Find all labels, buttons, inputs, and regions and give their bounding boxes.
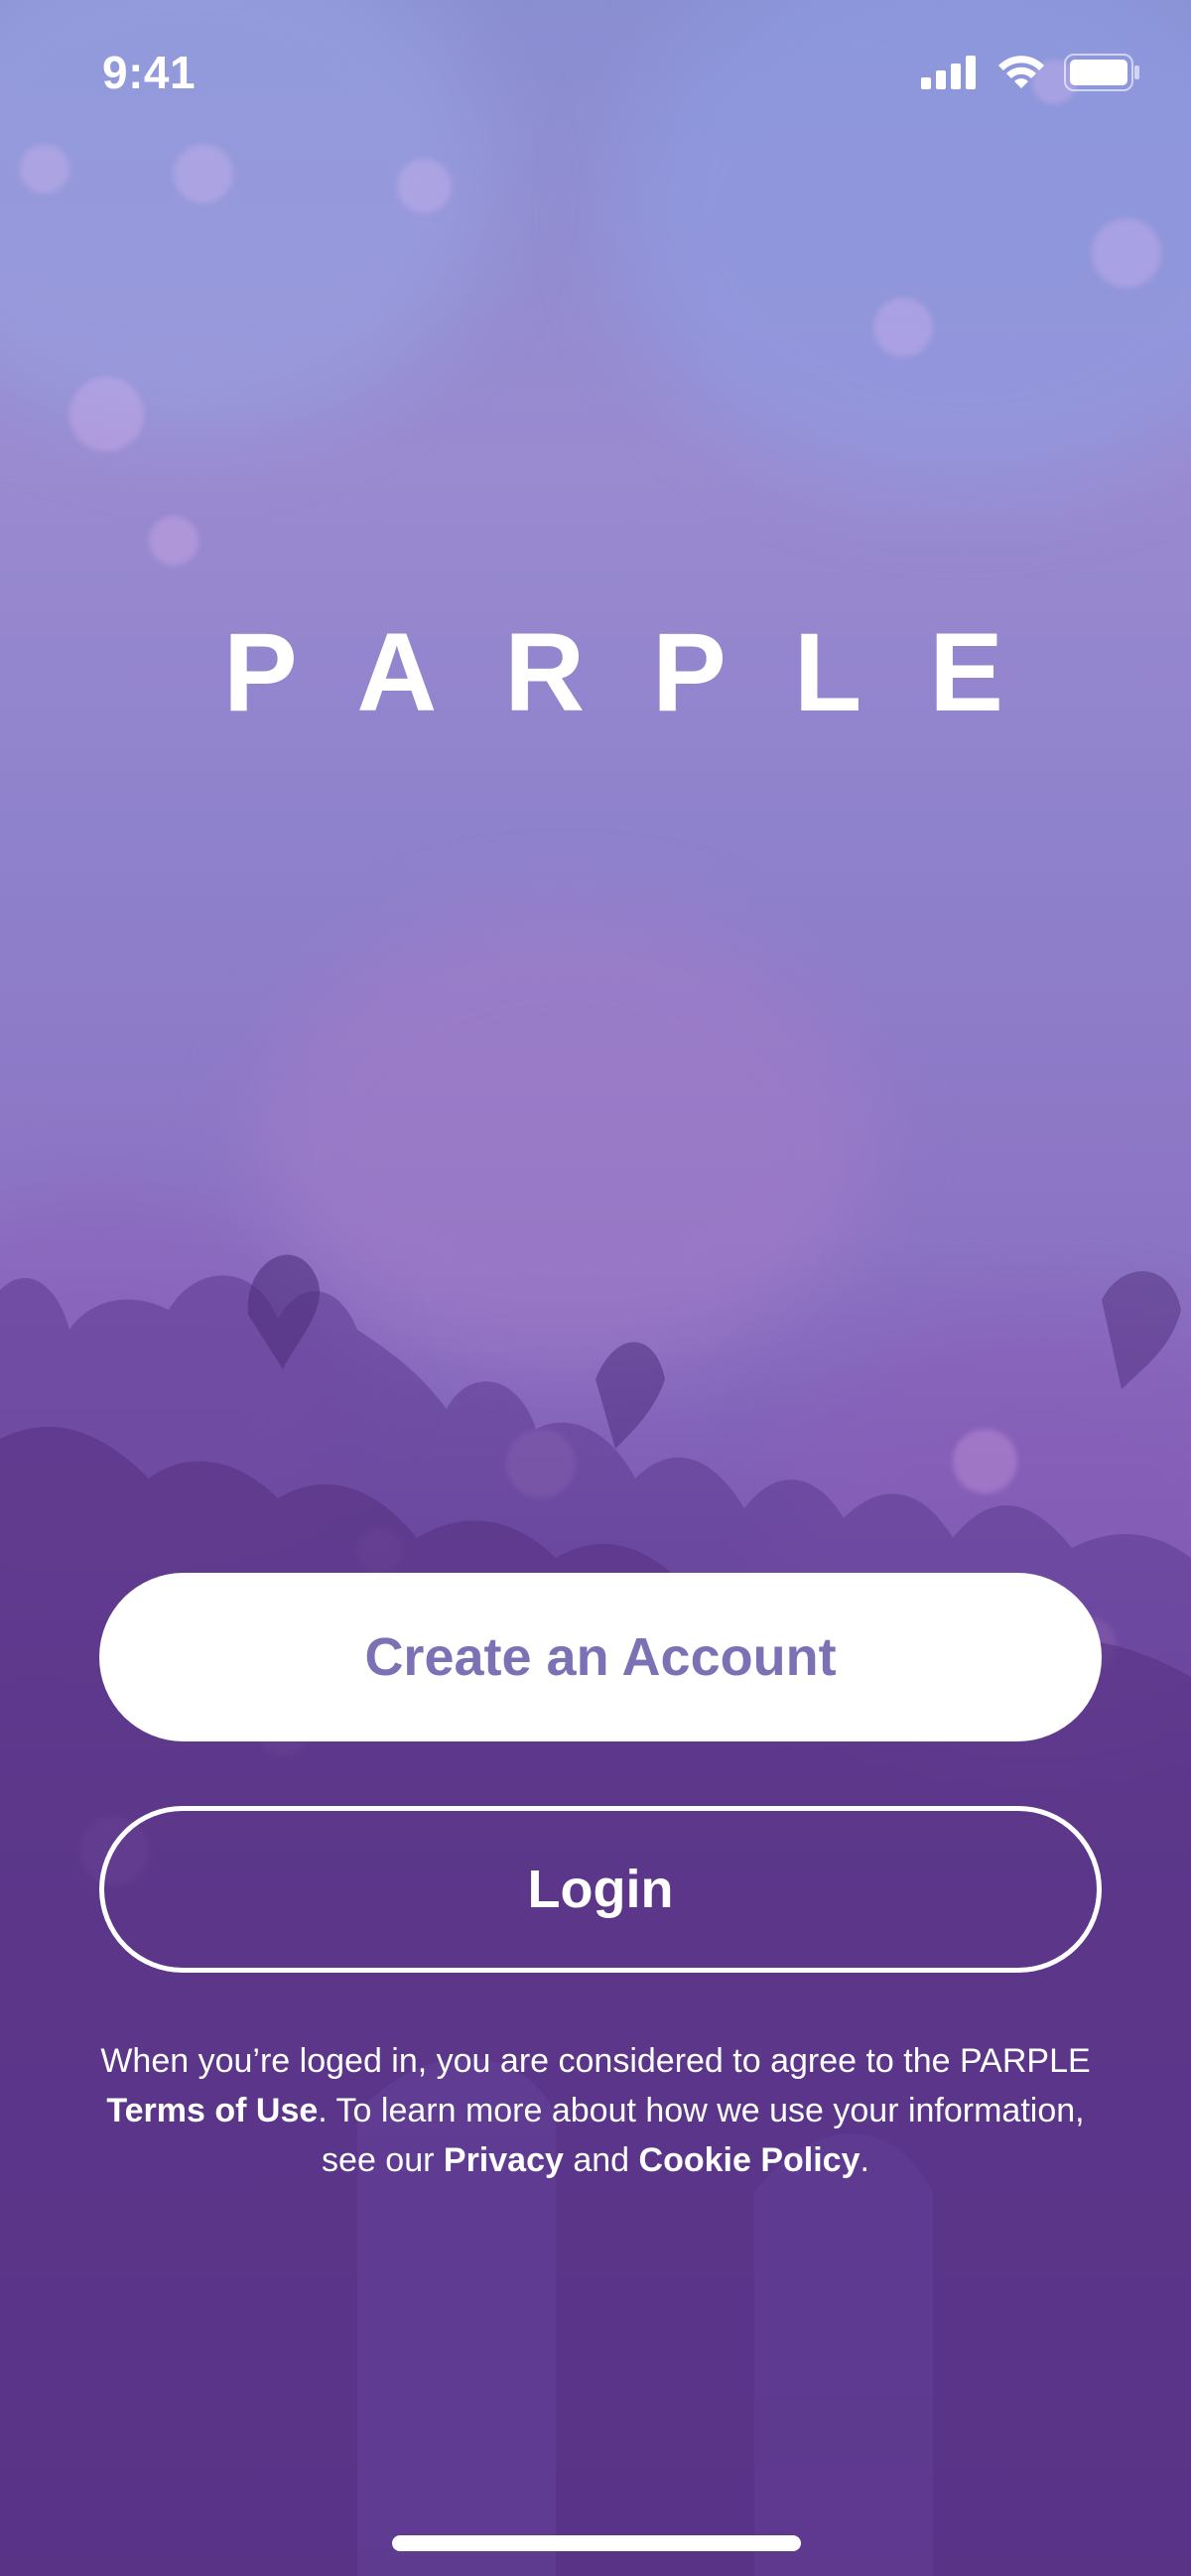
create-account-label: Create an Account <box>364 1627 837 1687</box>
cookie-policy-link[interactable]: Cookie Policy <box>639 2141 860 2179</box>
battery-icon <box>1064 54 1139 91</box>
legal-notice: When you’re loged in, you are considered… <box>79 2036 1112 2185</box>
home-indicator <box>392 2535 801 2551</box>
login-button[interactable]: Login <box>99 1806 1102 1973</box>
status-bar: 9:41 <box>0 0 1191 149</box>
legal-end: . <box>860 2141 869 2179</box>
welcome-screen: 9:41 PARPLE Create an Account Login When… <box>0 0 1191 2576</box>
logo-wordmark: PARPLE <box>223 610 1071 734</box>
app-logo: PARPLE <box>223 610 1071 734</box>
concert-background <box>0 0 1191 2576</box>
login-label: Login <box>527 1860 674 1919</box>
wifi-icon <box>998 56 1044 88</box>
terms-of-use-link[interactable]: Terms of Use <box>106 2092 318 2129</box>
legal-intro: When you’re loged in, you are considered… <box>100 2042 1091 2080</box>
legal-and: and <box>573 2141 630 2179</box>
create-account-button[interactable]: Create an Account <box>99 1573 1102 1741</box>
privacy-link[interactable]: Privacy <box>444 2141 564 2179</box>
status-time: 9:41 <box>102 47 197 98</box>
signal-icon <box>921 56 976 89</box>
status-icons <box>921 54 1141 91</box>
